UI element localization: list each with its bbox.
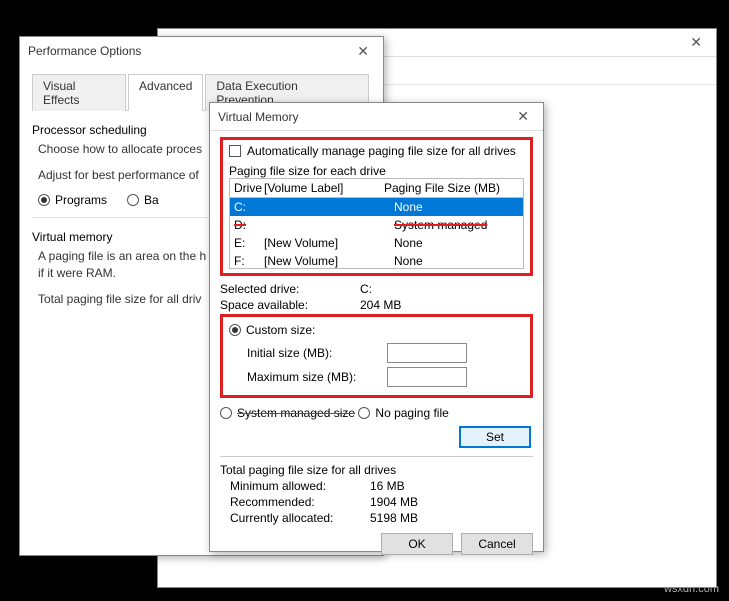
initial-size-label: Initial size (MB): [247, 346, 387, 360]
min-allowed-label: Minimum allowed: [230, 479, 370, 493]
close-icon[interactable]: ✕ [684, 34, 708, 51]
auto-manage-label: Automatically manage paging file size fo… [247, 144, 516, 158]
system-managed-label: System managed size [237, 406, 355, 420]
drive-letter: D: [234, 218, 264, 232]
vm-cancel-button[interactable]: Cancel [461, 533, 533, 555]
radio-icon [229, 324, 241, 336]
perf-titlebar[interactable]: Performance Options ✕ [20, 37, 383, 65]
highlight-custom-size: Custom size: Initial size (MB): Maximum … [220, 314, 533, 398]
drive-letter: C: [234, 200, 264, 214]
maximum-size-label: Maximum size (MB): [247, 370, 387, 384]
custom-size-label: Custom size: [246, 323, 315, 337]
perf-title: Performance Options [28, 44, 141, 58]
radio-no-paging[interactable]: No paging file [358, 406, 448, 420]
drive-volume: [New Volume] [264, 236, 394, 250]
vm-titlebar[interactable]: Virtual Memory ✕ [210, 103, 543, 131]
drive-letter: F: [234, 254, 264, 268]
drive-letter: E: [234, 236, 264, 250]
close-icon[interactable]: ✕ [511, 108, 535, 125]
tab-advanced[interactable]: Advanced [128, 74, 203, 111]
drive-row[interactable]: D: System managed [230, 216, 523, 234]
selected-drive-label: Selected drive: [220, 282, 360, 296]
radio-programs-label: Programs [55, 193, 107, 207]
recommended-label: Recommended: [230, 495, 370, 509]
radio-icon [38, 194, 50, 206]
col-size: Paging File Size (MB) [384, 181, 519, 195]
radio-programs[interactable]: Programs [38, 193, 107, 207]
drive-list-header: Drive [Volume Label] Paging File Size (M… [229, 178, 524, 197]
checkbox-icon [229, 145, 241, 157]
close-icon[interactable]: ✕ [351, 43, 375, 60]
currently-allocated-value: 5198 MB [370, 511, 533, 525]
virtual-memory-dialog: Virtual Memory ✕ Automatically manage pa… [209, 102, 544, 552]
radio-background-label: Ba [144, 193, 159, 207]
radio-background[interactable]: Ba [127, 193, 159, 207]
initial-size-input[interactable] [387, 343, 467, 363]
drive-row[interactable]: F:[New Volume]None [230, 252, 523, 269]
col-volume: [Volume Label] [264, 181, 384, 195]
drive-volume: [New Volume] [264, 254, 394, 268]
radio-system-managed[interactable]: System managed size [220, 406, 355, 420]
maximum-size-input[interactable] [387, 367, 467, 387]
highlight-top: Automatically manage paging file size fo… [220, 137, 533, 276]
space-available-label: Space available: [220, 298, 360, 312]
drive-row[interactable]: E:[New Volume]None [230, 234, 523, 252]
selected-drive-value: C: [360, 282, 533, 296]
radio-icon [127, 194, 139, 206]
drive-list[interactable]: C:NoneD:System managedE:[New Volume]None… [229, 197, 524, 269]
no-paging-label: No paging file [375, 406, 448, 420]
space-available-value: 204 MB [360, 298, 533, 312]
drive-size: System managed [394, 218, 519, 232]
radio-custom-size[interactable]: Custom size: [229, 323, 315, 337]
drive-size: None [394, 236, 519, 250]
auto-manage-checkbox[interactable]: Automatically manage paging file size fo… [229, 144, 516, 158]
radio-icon [358, 407, 370, 419]
totals-heading: Total paging file size for all drives [220, 463, 533, 477]
currently-allocated-label: Currently allocated: [230, 511, 370, 525]
paging-section-label: Paging file size for each drive [229, 164, 524, 178]
drive-size: None [394, 254, 519, 268]
col-drive: Drive [234, 181, 264, 195]
set-button[interactable]: Set [459, 426, 531, 448]
radio-icon [220, 407, 232, 419]
vm-ok-button[interactable]: OK [381, 533, 453, 555]
recommended-value: 1904 MB [370, 495, 533, 509]
drive-volume [264, 200, 394, 214]
drive-volume [264, 218, 394, 232]
vm-title: Virtual Memory [218, 110, 298, 124]
drive-size: None [394, 200, 519, 214]
tab-visual-effects[interactable]: Visual Effects [32, 74, 126, 111]
divider [220, 456, 533, 457]
min-allowed-value: 16 MB [370, 479, 533, 493]
drive-row[interactable]: C: None [230, 198, 523, 216]
